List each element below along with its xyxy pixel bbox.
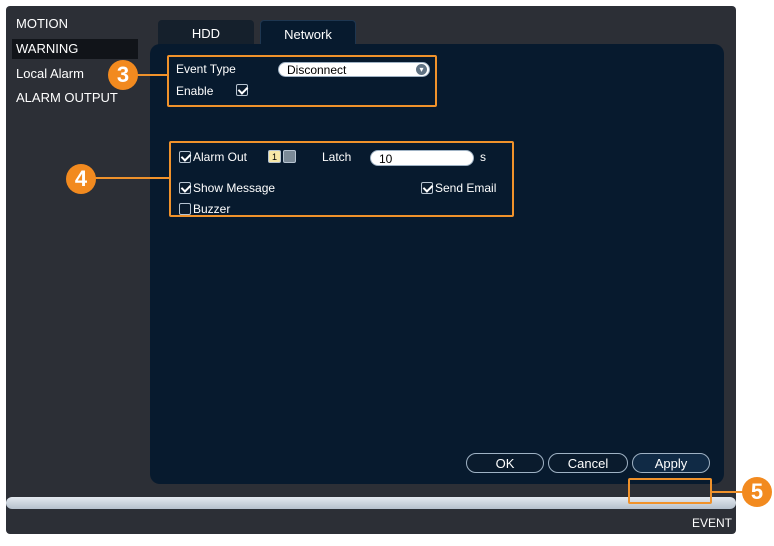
tab-network[interactable]: Network [260,20,356,46]
tab-hdd[interactable]: HDD [158,20,254,46]
callout-4-badge: 4 [66,164,96,194]
highlight-box-apply [628,478,712,504]
highlight-box-event-type [167,55,437,107]
callout-5-badge: 5 [742,477,772,507]
apply-button[interactable]: Apply [632,453,710,473]
callout-5-line [712,491,744,493]
settings-panel: Event Type Disconnect ▾ Enable Alarm Out… [150,44,724,484]
callout-3-line [134,74,168,76]
event-label: EVENT [691,516,732,530]
highlight-box-alarm-actions [169,141,514,217]
sidebar-item-motion[interactable]: MOTION [12,14,138,34]
sidebar-item-alarm-output[interactable]: ALARM OUTPUT [12,88,138,108]
callout-3-badge: 3 [108,60,138,90]
sidebar-item-warning[interactable]: WARNING [12,39,138,59]
ok-button[interactable]: OK [466,453,544,473]
bottom-status-bar [6,497,736,509]
callout-4-line [92,177,169,179]
cancel-button[interactable]: Cancel [548,453,628,473]
